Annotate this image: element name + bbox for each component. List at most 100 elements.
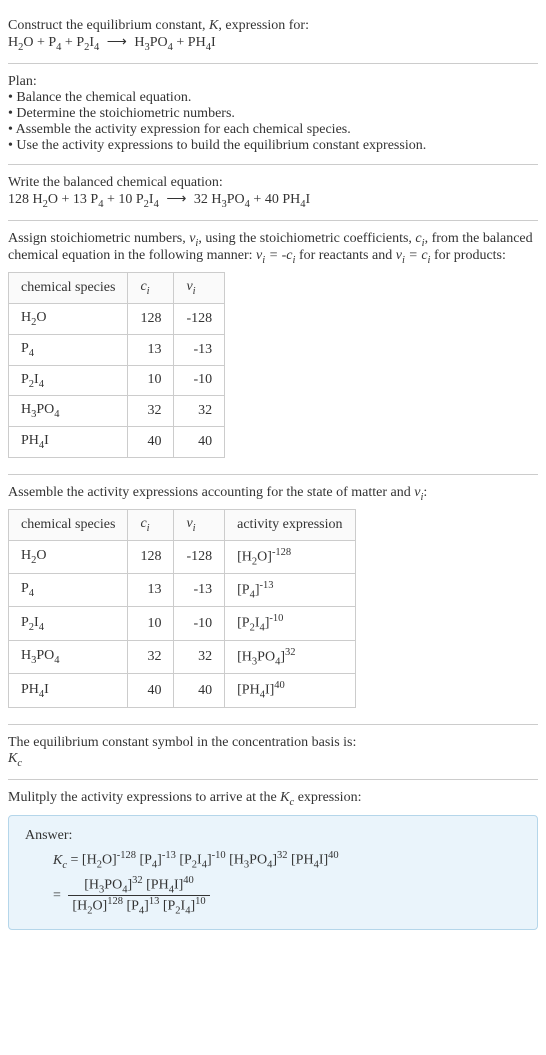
cell-vi: -10	[174, 365, 225, 396]
cell-vi: -13	[174, 574, 225, 607]
cell-vi: 32	[174, 396, 225, 427]
unbalanced-equation: H2O + P4 + P2I4 ⟶ H3PO4 + PH4I	[8, 34, 538, 53]
eq-reactants: νi = -ci	[256, 248, 295, 263]
assign-text: Assign stoichiometric numbers, νi, using…	[8, 231, 538, 267]
kc-line1: Kc = [H2O]-128 [P4]-13 [P2I4]-10 [H3PO4]…	[25, 850, 521, 870]
assemble-a: Assemble the activity expressions accoun…	[8, 485, 414, 500]
cell-species: P2I4	[9, 365, 128, 396]
cell-activity: [P2I4]-10	[225, 607, 355, 640]
plan-bullet-3: • Assemble the activity expression for e…	[8, 122, 538, 138]
cell-ci: 40	[128, 674, 174, 707]
nu-i: νi	[189, 231, 198, 246]
col-species: chemical species	[9, 509, 128, 540]
cell-ci: 10	[128, 365, 174, 396]
symbol-text: The equilibrium constant symbol in the c…	[8, 735, 538, 751]
plan-bullet-4: • Use the activity expressions to build …	[8, 138, 538, 154]
cell-vi: -128	[174, 540, 225, 573]
table-row: PH4I 40 40 [PH4I]40	[9, 674, 356, 707]
answer-box: Answer: Kc = [H2O]-128 [P4]-13 [P2I4]-10…	[8, 815, 538, 929]
cell-species: H2O	[9, 540, 128, 573]
fraction-denominator: [H2O]128 [P4]13 [P2I4]10	[68, 896, 209, 916]
cell-species: PH4I	[9, 427, 128, 458]
c-i: ci	[415, 231, 424, 246]
coef-p4: 13	[73, 192, 87, 207]
table-row: P2I4 10 -10	[9, 365, 225, 396]
multiply-a: Mulitply the activity expressions to arr…	[8, 790, 280, 805]
eq-products: νi = ci	[396, 248, 431, 263]
table-row: P4 13 -13	[9, 334, 225, 365]
multiply-b: expression:	[294, 790, 361, 805]
assign-e: for products:	[430, 248, 505, 263]
cell-species: P4	[9, 334, 128, 365]
symbol-section: The equilibrium constant symbol in the c…	[8, 725, 538, 779]
col-activity: activity expression	[225, 509, 355, 540]
cell-vi: -13	[174, 334, 225, 365]
col-ci: ci	[128, 509, 174, 540]
col-species: chemical species	[9, 273, 128, 304]
table-row: P2I4 10 -10 [P2I4]-10	[9, 607, 356, 640]
table-row: H3PO4 32 32	[9, 396, 225, 427]
intro-text-b: , expression for:	[218, 18, 309, 33]
assemble-text: Assemble the activity expressions accoun…	[8, 485, 538, 503]
cell-species: PH4I	[9, 674, 128, 707]
cell-activity: [PH4I]40	[225, 674, 355, 707]
balanced-equation: 128 H2O + 13 P4 + 10 P2I4 ⟶ 32 H3PO4 + 4…	[8, 191, 538, 210]
cell-species: P4	[9, 574, 128, 607]
table-header-row: chemical species ci νi	[9, 273, 225, 304]
fraction-numerator: [H3PO4]32 [PH4I]40	[68, 875, 209, 896]
cell-vi: -10	[174, 607, 225, 640]
kc-symbol: Kc	[8, 751, 538, 769]
col-ci: ci	[128, 273, 174, 304]
balanced-section: Write the balanced chemical equation: 12…	[8, 165, 538, 220]
plan-bullet-2: • Determine the stoichiometric numbers.	[8, 106, 538, 122]
assign-b: , using the stoichiometric coefficients,	[198, 231, 415, 246]
table-row: PH4I 40 40	[9, 427, 225, 458]
coef-h2o: 128	[8, 192, 29, 207]
cell-species: H3PO4	[9, 640, 128, 673]
cell-activity: [H2O]-128	[225, 540, 355, 573]
plan-heading: Plan:	[8, 74, 538, 90]
plan-section: Plan: • Balance the chemical equation. •…	[8, 64, 538, 164]
intro-line: Construct the equilibrium constant, K, e…	[8, 18, 538, 34]
intro-section: Construct the equilibrium constant, K, e…	[8, 8, 538, 63]
balanced-heading: Write the balanced chemical equation:	[8, 175, 538, 191]
arrow-icon: ⟶	[103, 35, 131, 50]
cell-ci: 32	[128, 396, 174, 427]
assemble-b: :	[423, 485, 427, 500]
kc-line2: = [H3PO4]32 [PH4I]40 [H2O]128 [P4]13 [P2…	[25, 875, 521, 917]
cell-activity: [P4]-13	[225, 574, 355, 607]
multiply-text: Mulitply the activity expressions to arr…	[8, 790, 538, 808]
intro-text-a: Construct the equilibrium constant,	[8, 18, 209, 33]
cell-vi: 32	[174, 640, 225, 673]
activity-table: chemical species ci νi activity expressi…	[8, 509, 356, 708]
table-header-row: chemical species ci νi activity expressi…	[9, 509, 356, 540]
table-row: H3PO4 32 32 [H3PO4]32	[9, 640, 356, 673]
plan-bullet-1: • Balance the chemical equation.	[8, 90, 538, 106]
cell-ci: 13	[128, 574, 174, 607]
cell-vi: 40	[174, 674, 225, 707]
table-row: P4 13 -13 [P4]-13	[9, 574, 356, 607]
assign-d: for reactants and	[295, 248, 395, 263]
cell-vi: -128	[174, 303, 225, 334]
col-vi: νi	[174, 509, 225, 540]
cell-vi: 40	[174, 427, 225, 458]
cell-ci: 40	[128, 427, 174, 458]
multiply-section: Mulitply the activity expressions to arr…	[8, 780, 538, 940]
cell-species: H3PO4	[9, 396, 128, 427]
cell-activity: [H3PO4]32	[225, 640, 355, 673]
kc-inline: Kc	[280, 790, 294, 805]
cell-ci: 32	[128, 640, 174, 673]
fraction: [H3PO4]32 [PH4I]40 [H2O]128 [P4]13 [P2I4…	[68, 875, 209, 917]
coef-ph4i: 40	[265, 192, 279, 207]
col-vi: νi	[174, 273, 225, 304]
cell-ci: 128	[128, 303, 174, 334]
coef-h3po4: 32	[194, 192, 208, 207]
arrow-icon: ⟶	[162, 192, 190, 207]
stoich-table: chemical species ci νi H2O 128 -128 P4 1…	[8, 272, 225, 458]
table-row: H2O 128 -128 [H2O]-128	[9, 540, 356, 573]
coef-p2i4: 10	[118, 192, 132, 207]
cell-ci: 13	[128, 334, 174, 365]
k-symbol: K	[209, 18, 218, 33]
assemble-section: Assemble the activity expressions accoun…	[8, 475, 538, 724]
cell-ci: 10	[128, 607, 174, 640]
